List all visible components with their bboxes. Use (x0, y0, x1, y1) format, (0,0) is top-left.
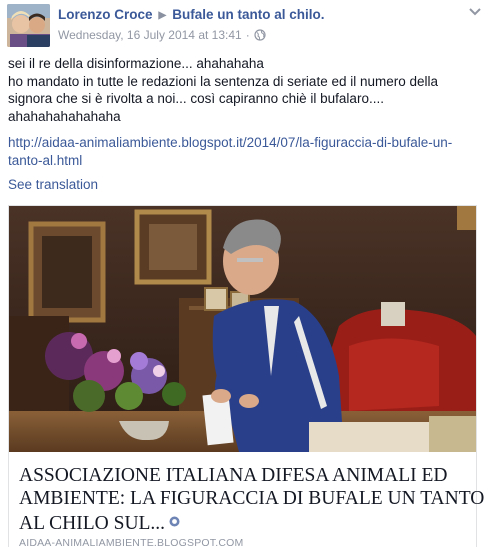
preview-photo (9, 206, 476, 452)
author-avatar[interactable] (7, 4, 50, 47)
see-translation-link[interactable]: See translation (8, 177, 98, 192)
author-name[interactable]: Lorenzo Croce (58, 7, 153, 22)
right-triangle-icon: ▶ (158, 10, 167, 21)
link-preview-image[interactable] (9, 206, 476, 452)
chevron-down-icon[interactable] (467, 5, 483, 19)
facebook-post: Lorenzo Croce ▶ Bufale un tanto al chilo. … (0, 0, 491, 547)
link-preview-domain: AIDAA-ANIMALIAMBIENTE.BLOGSPOT.COM (19, 537, 244, 547)
shared-link-icon (169, 510, 180, 533)
author-line: Lorenzo Croce ▶ Bufale un tanto al chilo. (58, 7, 324, 22)
post-meta: Wednesday, 16 July 2014 at 13:41 · (58, 28, 266, 44)
message-line: ho mandato in tutte le redazioni la sent… (8, 73, 439, 89)
globe-icon[interactable] (254, 29, 266, 44)
post-link[interactable]: http://aidaa-animaliambiente.blogspot.it… (8, 134, 486, 169)
message-line: signora che si è rivolta a noi... così c… (8, 91, 384, 106)
title-line: AMBIENTE: LA FIGURACCIA DI BUFALE UN TAN… (19, 488, 485, 509)
message-line: sei il re della disinformazione... ahaha… (8, 56, 264, 71)
title-line: ASSOCIAZIONE ITALIANA DIFESA ANIMALI ED (19, 465, 448, 486)
link-line[interactable]: http://aidaa-animaliambiente.blogspot.it… (8, 134, 486, 152)
avatar-photo (7, 4, 50, 47)
link-preview-title[interactable]: ASSOCIAZIONE ITALIANA DIFESA ANIMALI ED … (19, 464, 485, 535)
post-timestamp[interactable]: Wednesday, 16 July 2014 at 13:41 (58, 28, 242, 42)
meta-separator: · (245, 28, 250, 42)
group-name[interactable]: Bufale un tanto al chilo. (172, 7, 324, 22)
message-line: ahahahahahahaha (8, 108, 121, 124)
title-line: AL CHILO SUL... (19, 513, 166, 534)
link-preview-card[interactable]: ASSOCIAZIONE ITALIANA DIFESA ANIMALI ED … (8, 205, 485, 547)
link-line[interactable]: tanto-al.html (8, 152, 486, 170)
post-header: Lorenzo Croce ▶ Bufale un tanto al chilo. … (6, 3, 485, 47)
post-message: sei il re della disinformazione... ahaha… (8, 55, 486, 125)
